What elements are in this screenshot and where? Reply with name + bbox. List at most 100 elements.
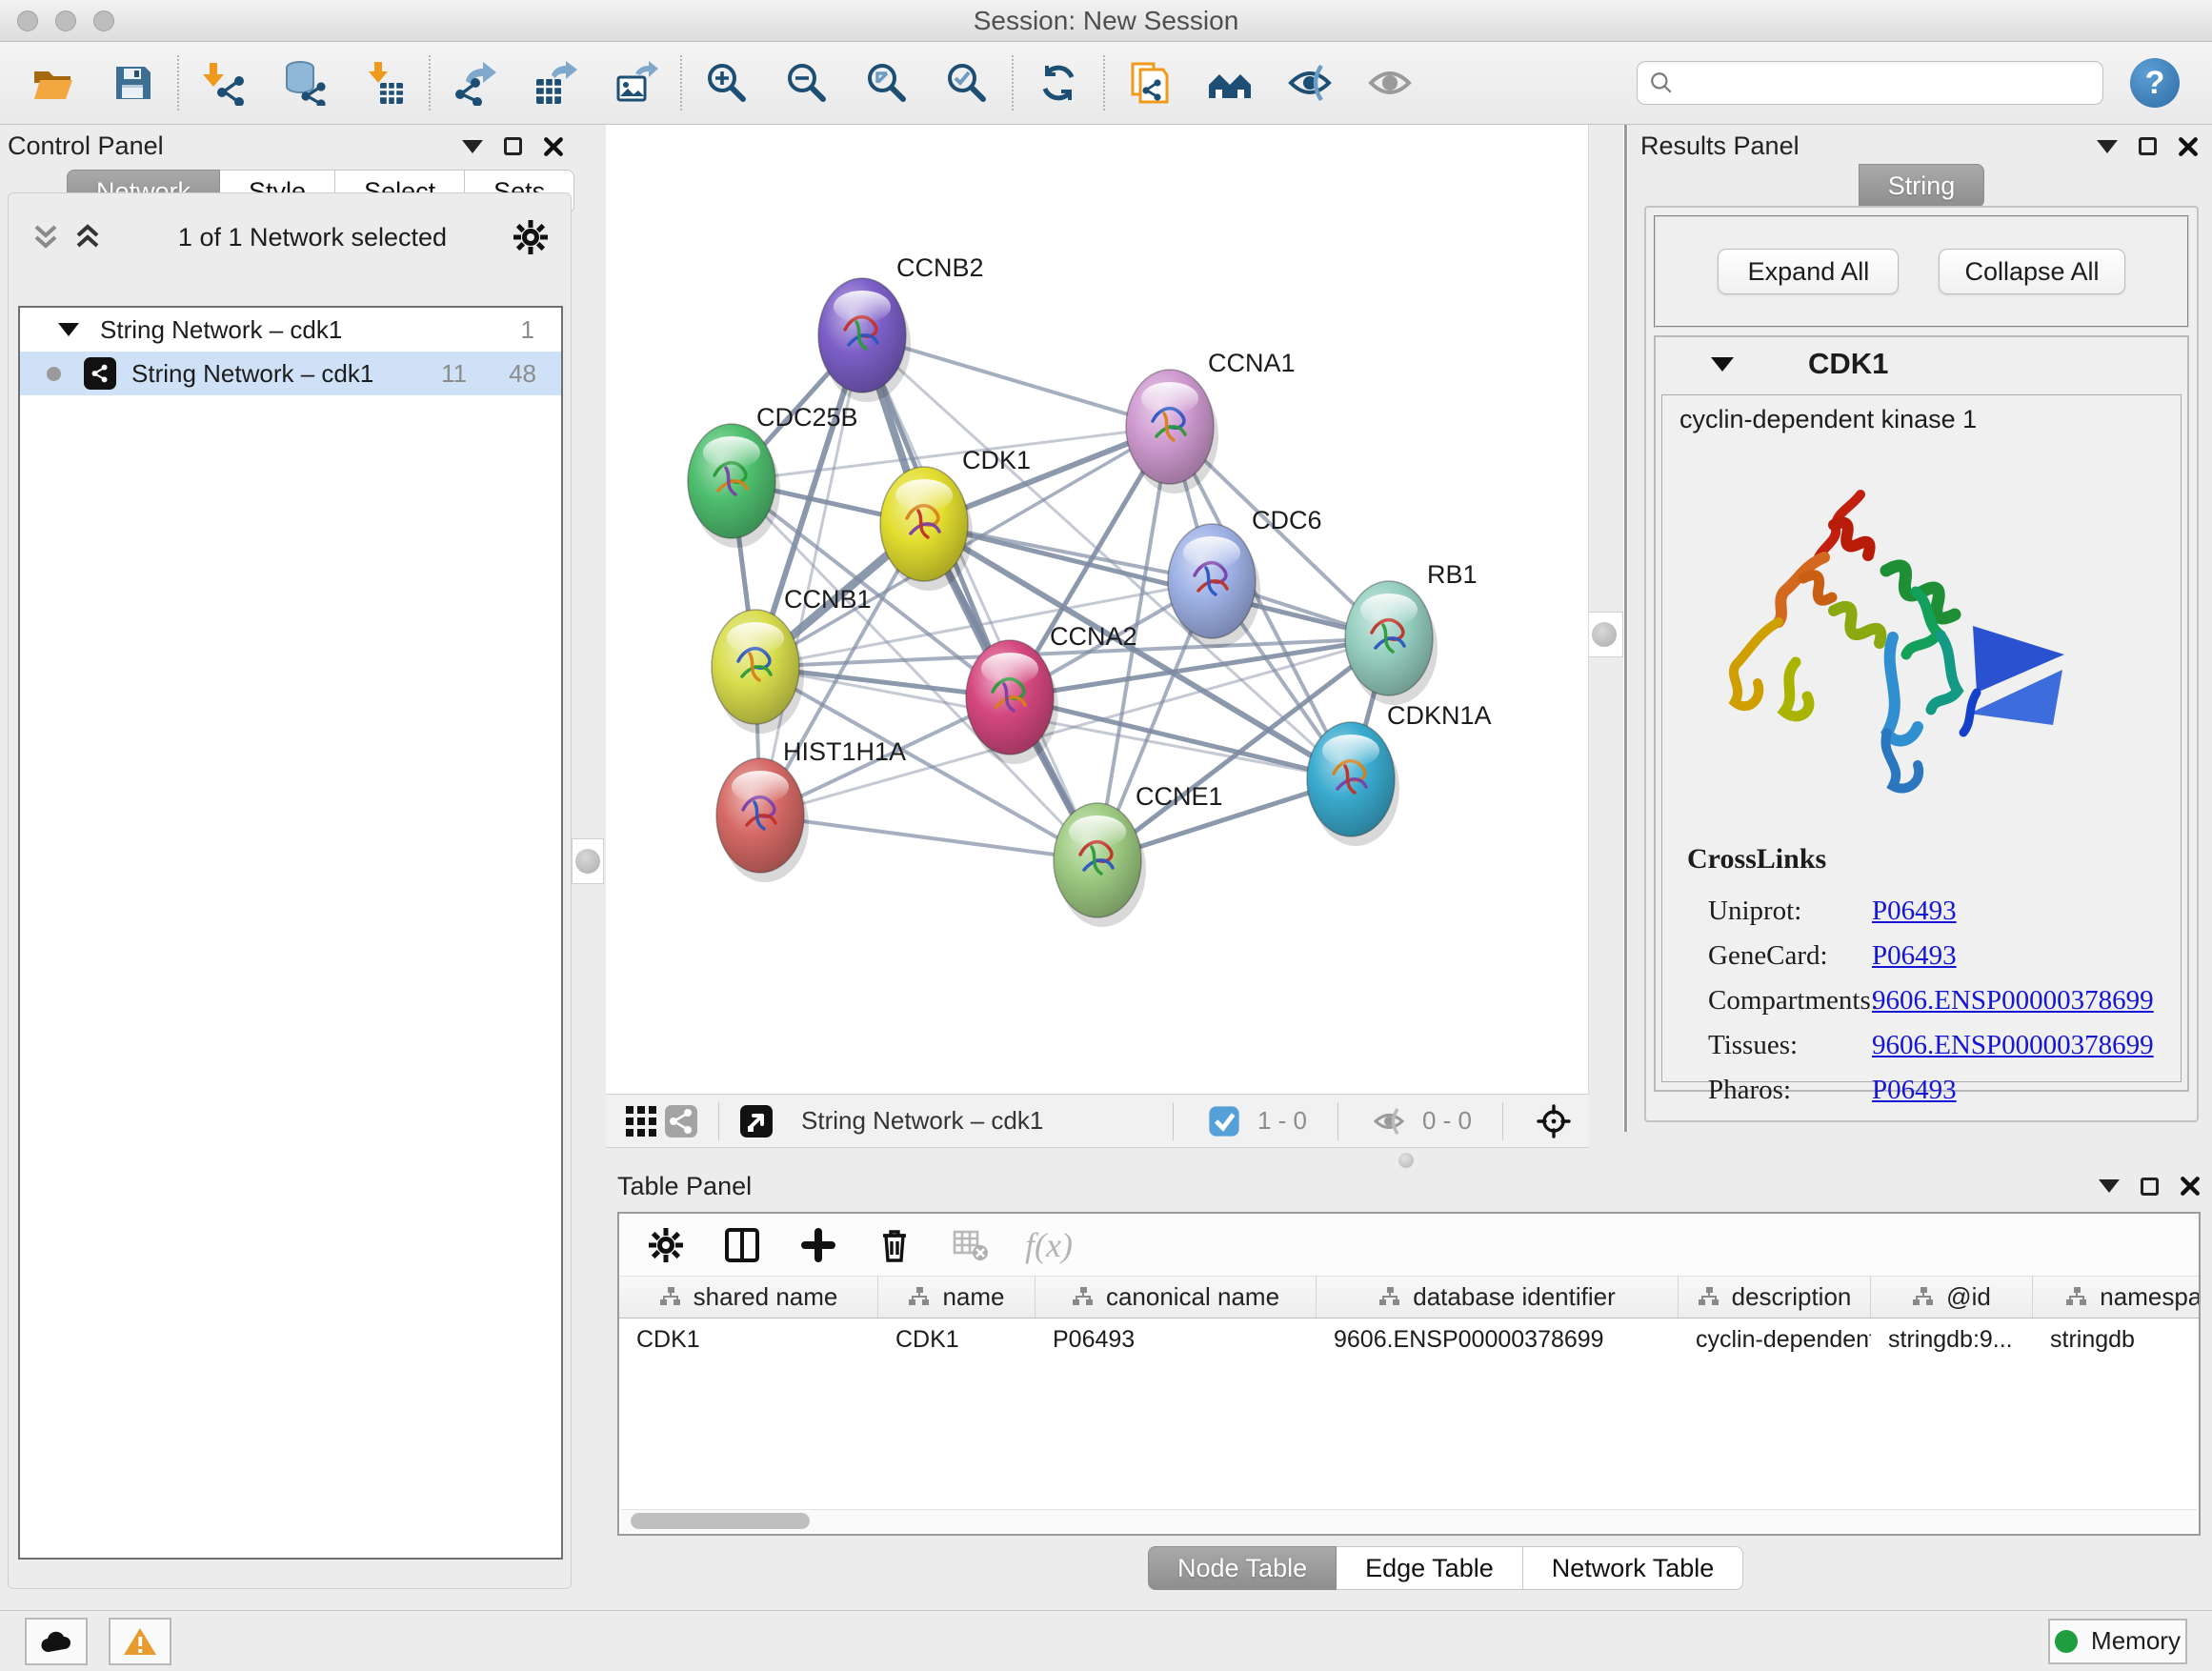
search-input[interactable] (1674, 69, 2091, 98)
help-button[interactable]: ? (2130, 58, 2180, 108)
network-row-selected[interactable]: String Network – cdk1 11 48 (20, 352, 561, 395)
network-view-share-icon[interactable] (661, 1101, 701, 1141)
column-header-6[interactable]: namespace (2033, 1277, 2199, 1318)
toolbar-search-box[interactable] (1637, 61, 2103, 105)
edge-CCNB2-CCNE1[interactable] (862, 335, 1097, 860)
crosslink-link[interactable]: 9606.ENSP00000378699 (1872, 985, 2154, 1017)
fit-selection-crosshair-icon[interactable] (1534, 1101, 1574, 1141)
vertical-splitter[interactable] (1624, 125, 1627, 1132)
delete-column-icon[interactable] (873, 1223, 916, 1267)
crosslink-row-tissues: Tissues:9606.ENSP00000378699 (1687, 1023, 2163, 1068)
network-options-gear-icon[interactable] (512, 218, 550, 256)
column-header-0[interactable]: shared name (619, 1277, 878, 1318)
tab-node-table[interactable]: Node Table (1148, 1546, 1337, 1590)
cell-@id[interactable]: stringdb:9... (1871, 1319, 2033, 1360)
network-view-canvas[interactable]: CCNB2CCNA1CDC25BCDK1CDC6RB1CCNB1CCNA2CDK… (606, 125, 1589, 1094)
export-image-icon[interactable] (606, 53, 665, 112)
import-table-icon[interactable] (354, 53, 413, 112)
node-HIST1H1A[interactable] (716, 758, 809, 882)
cell-canonical-name[interactable]: P06493 (1036, 1319, 1317, 1360)
collapse-all-networks-icon[interactable] (71, 223, 104, 252)
column-header-3[interactable]: database identifier (1317, 1277, 1679, 1318)
node-CCNE1[interactable] (1054, 803, 1146, 927)
node-CDC6[interactable] (1168, 524, 1260, 648)
left-splitter-handle[interactable] (572, 838, 604, 884)
tab-network-table[interactable]: Network Table (1523, 1546, 1744, 1590)
zoom-out-icon[interactable] (777, 53, 836, 112)
memory-button[interactable]: Memory (2048, 1619, 2187, 1664)
expand-all-networks-icon[interactable] (30, 223, 62, 252)
collapse-all-button[interactable]: Collapse All (1939, 249, 2124, 294)
crosslink-link[interactable]: P06493 (1872, 940, 1957, 972)
scrollbar-thumb[interactable] (631, 1513, 810, 1529)
cell-name[interactable]: CDK1 (878, 1319, 1036, 1360)
node-CDK1[interactable] (880, 467, 973, 591)
first-neighbors-icon[interactable] (1200, 53, 1259, 112)
float-results-panel-icon[interactable] (2139, 137, 2157, 155)
node-label-CDK1: CDK1 (962, 446, 1031, 474)
birds-eye-view-toggle-icon[interactable] (736, 1101, 776, 1141)
clone-network-icon[interactable] (1120, 53, 1179, 112)
node-CDKN1A[interactable] (1307, 722, 1399, 846)
cell-description[interactable]: cyclin-dependent ... (1679, 1319, 1871, 1360)
column-header-2[interactable]: canonical name (1036, 1277, 1317, 1318)
delete-table-icon[interactable] (949, 1223, 993, 1267)
node-CCNA2[interactable] (966, 640, 1058, 764)
zoom-selected-icon[interactable] (937, 53, 996, 112)
column-header-5[interactable]: @id (1871, 1277, 2033, 1318)
cell-database-identifier[interactable]: 9606.ENSP00000378699 (1317, 1319, 1679, 1360)
export-network-icon[interactable] (446, 53, 505, 112)
show-grid-icon[interactable] (621, 1101, 661, 1141)
tab-edge-table[interactable]: Edge Table (1337, 1546, 1523, 1590)
close-panel-icon[interactable] (543, 136, 564, 157)
collapse-results-panel-icon[interactable] (2097, 140, 2118, 153)
gene-disclosure-icon[interactable] (1711, 357, 1734, 372)
selected-checkbox-icon[interactable] (1204, 1101, 1244, 1141)
node-CCNB2[interactable] (818, 278, 911, 402)
table-row[interactable]: CDK1CDK1P064939606.ENSP00000378699cyclin… (619, 1319, 2199, 1360)
close-results-panel-icon[interactable] (2178, 136, 2199, 157)
show-all-icon[interactable] (1360, 53, 1419, 112)
edge-HIST1H1A-CCNE1[interactable] (760, 815, 1097, 860)
gene-section-header[interactable]: CDK1 (1656, 337, 2187, 391)
crosslink-link[interactable]: 9606.ENSP00000378699 (1872, 1030, 2154, 1061)
warnings-button[interactable] (109, 1618, 171, 1665)
refresh-icon[interactable] (1029, 53, 1088, 112)
node-RB1[interactable] (1345, 581, 1438, 705)
column-header-4[interactable]: description (1679, 1277, 1871, 1318)
column-header-1[interactable]: name (878, 1277, 1036, 1318)
node-label-RB1: RB1 (1427, 560, 1478, 589)
show-column-selector-icon[interactable] (720, 1223, 764, 1267)
automation-cloud-button[interactable] (25, 1618, 88, 1665)
zoom-in-icon[interactable] (697, 53, 756, 112)
export-table-icon[interactable] (526, 53, 585, 112)
collapse-panel-icon[interactable] (462, 140, 483, 153)
crosslink-link[interactable]: P06493 (1872, 1075, 1957, 1106)
open-session-button[interactable] (23, 53, 82, 112)
import-network-from-database-icon[interactable] (274, 53, 333, 112)
hide-selected-icon[interactable] (1280, 53, 1339, 112)
close-table-panel-icon[interactable] (2180, 1176, 2201, 1197)
node-CCNB1[interactable] (712, 610, 804, 734)
crosslink-link[interactable]: P06493 (1872, 896, 1957, 927)
right-splitter-handle[interactable] (1585, 612, 1623, 657)
import-network-icon[interactable] (194, 53, 253, 112)
horizontal-splitter-handle[interactable] (1398, 1153, 1414, 1168)
function-builder-icon[interactable]: f(x) (1025, 1225, 1073, 1265)
zoom-fit-icon[interactable] (857, 53, 916, 112)
collection-disclosure-icon[interactable] (58, 323, 79, 336)
network-collection-row[interactable]: String Network – cdk1 1 (20, 308, 561, 352)
status-bar: Memory (0, 1610, 2212, 1671)
table-horizontal-scrollbar[interactable] (621, 1509, 2197, 1532)
create-column-icon[interactable] (796, 1223, 840, 1267)
expand-all-button[interactable]: Expand All (1718, 249, 1899, 294)
float-table-panel-icon[interactable] (2141, 1178, 2159, 1196)
collapse-table-panel-icon[interactable] (2099, 1179, 2120, 1193)
tab-string[interactable]: String (1859, 164, 1985, 208)
float-panel-icon[interactable] (504, 137, 522, 155)
network-graph[interactable]: CCNB2CCNA1CDC25BCDK1CDC6RB1CCNB1CCNA2CDK… (606, 125, 1589, 1094)
cell-namespace[interactable]: stringdb (2033, 1319, 2199, 1360)
table-options-gear-icon[interactable] (644, 1223, 688, 1267)
cell-shared-name[interactable]: CDK1 (619, 1319, 878, 1360)
save-session-button[interactable] (103, 53, 162, 112)
